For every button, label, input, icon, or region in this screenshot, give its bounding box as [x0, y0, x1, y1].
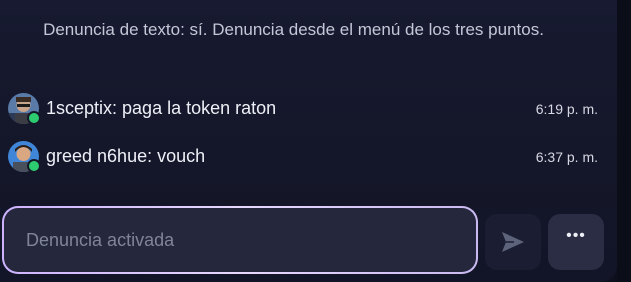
- user-avatar-icon[interactable]: [8, 141, 41, 173]
- message-input[interactable]: [4, 208, 476, 272]
- panel-edge: [617, 0, 631, 282]
- system-note: Denuncia de texto: sí. Denuncia desde el…: [43, 20, 544, 39]
- message-input-container: [4, 208, 476, 272]
- more-options-icon: •••: [566, 227, 586, 244]
- message-time: 6:19 p. m.: [535, 101, 598, 117]
- message-text: 1sceptix: paga la token raton: [46, 98, 277, 118]
- online-status-dot: [27, 159, 41, 173]
- send-icon: [502, 232, 524, 252]
- chat-message: 1sceptix: paga la token raton 6:19 p. m.: [8, 92, 600, 126]
- message-time: 6:37 p. m.: [535, 149, 598, 165]
- message-text: greed n6hue: vouch: [46, 146, 206, 166]
- send-button[interactable]: [485, 214, 541, 270]
- more-options-button[interactable]: •••: [548, 214, 604, 270]
- online-status-dot: [27, 111, 41, 125]
- user-avatar-icon[interactable]: [8, 93, 41, 125]
- chat-message: greed n6hue: vouch 6:37 p. m.: [8, 140, 600, 174]
- chat-panel: Denuncia de texto: sí. Denuncia desde el…: [0, 0, 617, 282]
- message-input-frame: [2, 206, 478, 274]
